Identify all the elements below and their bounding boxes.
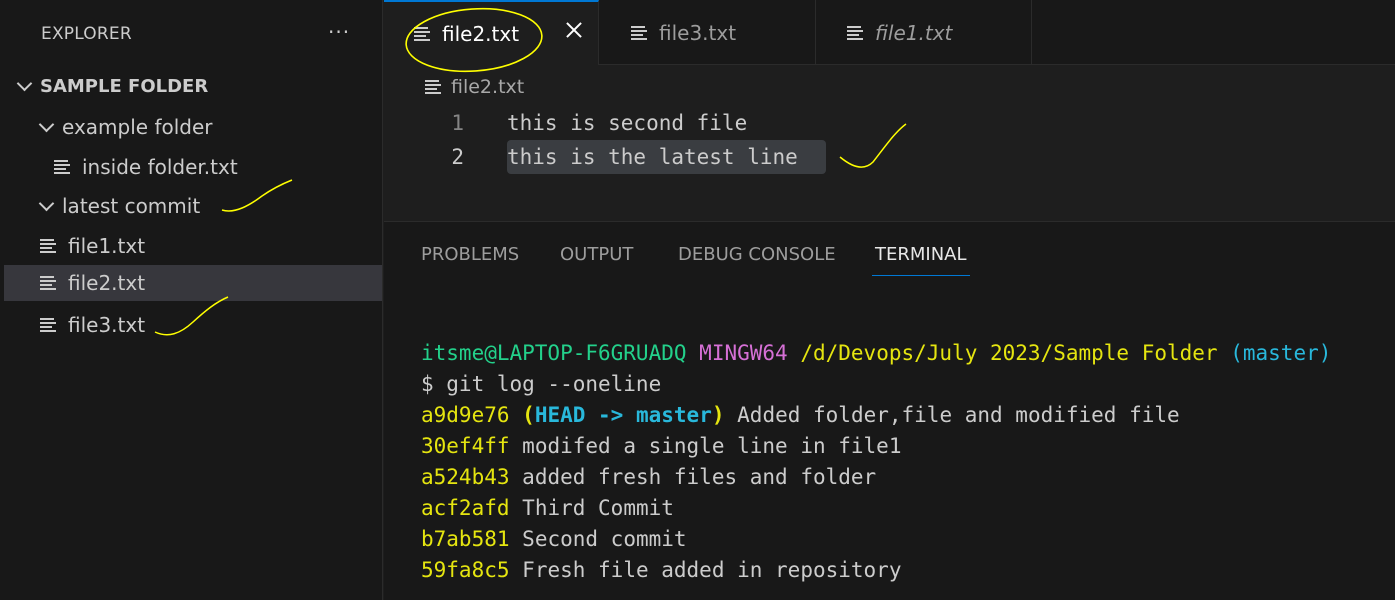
tree-item-inside-folder-txt[interactable]: inside folder.txt (4, 149, 382, 185)
tab-label: file1.txt (875, 20, 953, 45)
commit-message: modifed a single line in file1 (522, 434, 902, 458)
tab-file3-txt[interactable]: file3.txt (599, 0, 816, 65)
tree-item-example-folder[interactable]: example folder (4, 109, 382, 145)
tree-item-file2-txt[interactable]: file2.txt (4, 265, 382, 301)
commit-hash: a524b43 (421, 465, 510, 489)
more-actions-icon[interactable]: ··· (328, 22, 350, 42)
tab-label: file2.txt (442, 21, 520, 46)
panel-tab-output[interactable]: OUTPUT (560, 244, 633, 275)
tab-file2-txt[interactable]: file2.txt (384, 0, 599, 65)
prompt-shell: MINGW64 (699, 341, 788, 365)
prompt-branch: (master) (1230, 341, 1332, 365)
terminal-commit-line: 30ef4ff modifed a single line in file1 (421, 431, 901, 461)
panel-tab-debug-console[interactable]: DEBUG CONSOLE (678, 244, 836, 275)
breadcrumb[interactable]: file2.txt (425, 76, 524, 98)
ref-head: HEAD -> master (534, 403, 712, 427)
commit-message: Third Commit (522, 496, 674, 520)
tree-root-sample-folder[interactable]: SAMPLE FOLDER (4, 68, 382, 104)
terminal-command-line: $ git log --oneline (421, 372, 662, 396)
commit-message: Fresh file added in repository (522, 558, 902, 582)
terminal-prompt-line: itsme@LAPTOP-F6GRUADQ MINGW64 /d/Devops/… (421, 338, 1331, 368)
tree-item-label: file3.txt (68, 313, 146, 337)
commit-hash: b7ab581 (421, 527, 510, 551)
commit-hash: acf2afd (421, 496, 510, 520)
commit-message: Added folder,file and modified file (737, 403, 1180, 427)
breadcrumb-file: file2.txt (451, 76, 525, 98)
commit-message: added fresh files and folder (522, 465, 877, 489)
tree-item-label: file1.txt (68, 234, 146, 258)
commit-message: Second commit (522, 527, 687, 551)
prompt-user-host: itsme@LAPTOP-F6GRUADQ (421, 341, 687, 365)
commit-hash: 59fa8c5 (421, 558, 510, 582)
file-text-icon (40, 276, 56, 290)
tree-item-label: inside folder.txt (82, 155, 238, 179)
tab-label: file3.txt (659, 20, 737, 45)
close-icon[interactable] (564, 20, 584, 40)
tab-file1-txt[interactable]: file1.txt (816, 0, 1032, 65)
terminal-commit-line: a9d9e76 (HEAD -> master) Added folder,fi… (421, 400, 1180, 430)
commit-hash: a9d9e76 (421, 403, 510, 427)
chevron-down-icon (36, 195, 58, 217)
tree-item-latest-commit[interactable]: latest commit (4, 188, 382, 224)
file-text-icon (631, 25, 647, 40)
ref-open: ( (522, 403, 535, 427)
terminal-commit-line: a524b43 added fresh files and folder (421, 462, 876, 492)
commit-hash: 30ef4ff (421, 434, 510, 458)
line-number: 1 (451, 111, 464, 135)
file-text-icon (54, 160, 70, 174)
tree-item-label: file2.txt (68, 271, 146, 295)
file-text-icon (425, 80, 441, 94)
terminal-commit-line: acf2afd Third Commit (421, 493, 674, 523)
tree-item-file1-txt[interactable]: file1.txt (4, 228, 382, 264)
panel-tab-problems[interactable]: PROBLEMS (421, 244, 519, 275)
annotation-check (839, 123, 907, 168)
file-text-icon (40, 239, 56, 253)
terminal-commit-line: b7ab581 Second commit (421, 524, 687, 554)
terminal-commit-line: 59fa8c5 Fresh file added in repository (421, 555, 901, 585)
editor-tab-bar: file2.txt file3.txt file1.txt (384, 0, 1395, 65)
file-text-icon (847, 25, 863, 40)
file-text-icon (414, 26, 430, 41)
ref-close: ) (711, 403, 725, 427)
prompt-path: /d/Devops/July 2023/Sample Folder (800, 341, 1218, 365)
file-text-icon (40, 318, 56, 332)
tree-item-label: example folder (62, 115, 213, 139)
line-text[interactable]: this is the latest line (507, 145, 798, 169)
explorer-title: EXPLORER (41, 24, 132, 44)
line-number: 2 (451, 145, 464, 169)
tree-item-label: latest commit (62, 194, 201, 218)
line-text[interactable]: this is second file (507, 111, 747, 135)
chevron-down-icon (14, 75, 36, 97)
tree-root-label: SAMPLE FOLDER (40, 75, 209, 97)
chevron-down-icon (36, 116, 58, 138)
explorer-sidebar: EXPLORER ··· SAMPLE FOLDER example folde… (0, 0, 383, 600)
panel-tab-terminal[interactable]: TERMINAL (872, 244, 970, 276)
tree-item-file3-txt[interactable]: file3.txt (4, 307, 382, 343)
